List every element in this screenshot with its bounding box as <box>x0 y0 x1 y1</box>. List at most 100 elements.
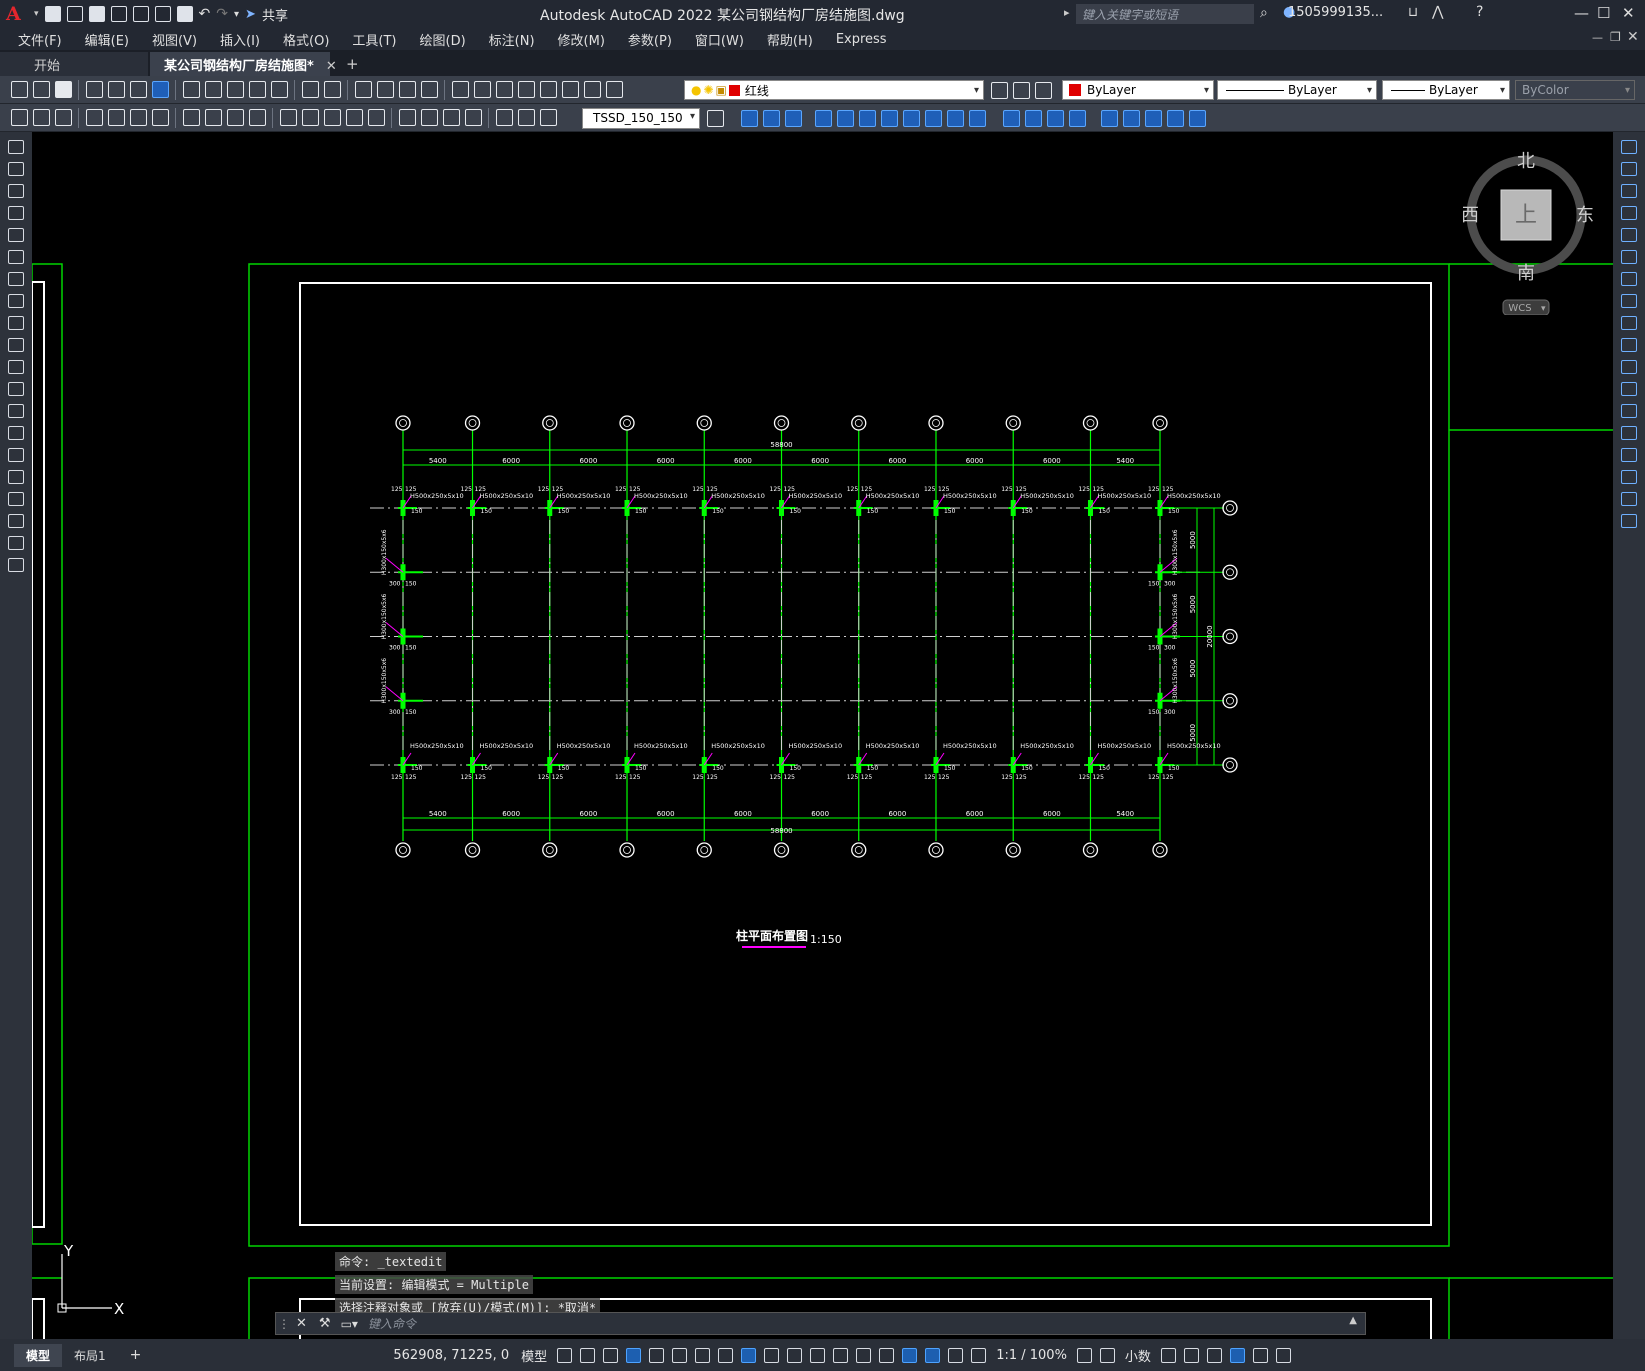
snap-icon[interactable] <box>580 1347 596 1363</box>
tool-dim-arc-icon[interactable] <box>129 109 147 126</box>
tool-check-icon[interactable] <box>1100 110 1118 127</box>
maximize-icon[interactable]: ☐ <box>1597 4 1610 22</box>
tool-a1-icon[interactable] <box>10 109 28 126</box>
tool-interfere-icon[interactable] <box>1166 110 1184 127</box>
object-snap-icon[interactable] <box>741 1347 757 1363</box>
tool-layer-previous-icon[interactable] <box>1012 82 1030 99</box>
offset-icon[interactable] <box>1621 206 1637 220</box>
tool-palettes-icon[interactable] <box>495 81 513 98</box>
tool-clean-icon[interactable] <box>1024 110 1042 127</box>
tool-dimstyle-icon[interactable] <box>706 110 724 127</box>
mirror-icon[interactable] <box>1621 184 1637 198</box>
search-input[interactable]: 键入关键字或短语 <box>1076 4 1254 24</box>
tab-model[interactable]: 模型 <box>14 1343 63 1367</box>
publish-icon[interactable] <box>132 6 149 22</box>
menu-window[interactable]: 窗口(W) <box>695 30 744 49</box>
isolate-objects-icon[interactable] <box>1206 1347 1222 1363</box>
copy-icon[interactable] <box>1621 162 1637 176</box>
tool-dim-aligned-icon[interactable] <box>107 109 125 126</box>
tool-delete-face-icon[interactable] <box>880 110 898 127</box>
share-button[interactable]: 共享 <box>262 5 288 24</box>
add-layout-button[interactable]: + <box>118 1344 154 1366</box>
3d-osnap-icon[interactable] <box>833 1347 849 1363</box>
tool-copy-face-icon[interactable] <box>946 110 964 127</box>
tool-make-current-icon[interactable] <box>990 82 1008 99</box>
dimstyle-dropdown[interactable]: TSSD_150_150 ▾ <box>582 108 700 129</box>
tool-zoom-previous-icon[interactable] <box>420 81 438 98</box>
chevron-up-icon[interactable]: ▲ <box>1349 1315 1357 1326</box>
join-icon[interactable] <box>1621 426 1637 440</box>
tool-dim-jogged-icon[interactable] <box>204 109 222 126</box>
tool-dim-break-icon[interactable] <box>367 109 385 126</box>
plot-icon[interactable] <box>176 6 193 22</box>
tool-dim-radius-icon[interactable] <box>182 109 200 126</box>
tool-section-icon[interactable] <box>1144 110 1162 127</box>
save-icon[interactable] <box>88 6 105 22</box>
tool-dim-diameter-icon[interactable] <box>226 109 244 126</box>
graphics-performance-icon[interactable] <box>1183 1347 1199 1363</box>
tool-paste-icon[interactable] <box>226 81 244 98</box>
plus-icon[interactable] <box>1099 1347 1115 1363</box>
share-icon[interactable]: ➤ <box>245 7 256 22</box>
lock-icon[interactable]: ▣ <box>716 83 727 97</box>
coordinate-readout[interactable]: 562908, 71225, 0 <box>393 1348 509 1363</box>
tool-cut-icon[interactable] <box>182 81 200 98</box>
tool-dim-continue-icon[interactable] <box>323 109 341 126</box>
hatch-icon[interactable] <box>8 448 24 462</box>
grip-handle-icon[interactable]: ⋮ <box>278 1317 290 1331</box>
model-space-button[interactable]: 模型 <box>521 1346 547 1365</box>
scale-icon[interactable] <box>1621 294 1637 308</box>
tool-matchprop-icon[interactable] <box>248 81 266 98</box>
spline-icon[interactable] <box>8 316 24 330</box>
tool-imprint-icon[interactable] <box>1002 110 1020 127</box>
tool-plot-icon[interactable] <box>85 81 103 98</box>
tool-taper-face-icon[interactable] <box>924 110 942 127</box>
tool-a3-icon[interactable] <box>54 109 72 126</box>
tool-markup-icon[interactable] <box>539 81 557 98</box>
selection-filter-icon[interactable] <box>879 1347 895 1363</box>
tool-jogged-linear-icon[interactable] <box>464 109 482 126</box>
tool-tolerance-icon[interactable] <box>398 109 416 126</box>
compass-west[interactable]: 西 <box>1461 205 1479 226</box>
app-logo-button[interactable]: A <box>6 3 28 25</box>
dynamic-input-icon[interactable] <box>626 1347 642 1363</box>
tool-save-icon[interactable] <box>54 81 72 98</box>
polar-tracking-icon[interactable] <box>672 1347 688 1363</box>
menu-insert[interactable]: 插入(I) <box>220 30 260 49</box>
tool-web-icon[interactable] <box>151 81 169 98</box>
tool-separate-icon[interactable] <box>1046 110 1064 127</box>
dynamic-ucs-icon[interactable] <box>856 1347 872 1363</box>
menu-draw[interactable]: 绘图(D) <box>420 30 466 49</box>
menu-modify[interactable]: 修改(M) <box>558 30 605 49</box>
tool-quickdim-icon[interactable] <box>279 109 297 126</box>
transparency-icon[interactable] <box>787 1347 803 1363</box>
rectangle-icon[interactable] <box>8 228 24 242</box>
explode-icon[interactable] <box>1621 514 1637 528</box>
command-line[interactable]: ⋮ ✕ ⚒ ▭▾ 键入命令 ▲ <box>275 1312 1366 1335</box>
tool-sheetset-icon[interactable] <box>517 81 535 98</box>
tool-publish-icon[interactable] <box>129 81 147 98</box>
tool-solid-union-icon[interactable] <box>740 110 758 127</box>
sun-icon[interactable]: ✺ <box>703 83 713 97</box>
tool-dim-space-icon[interactable] <box>345 109 363 126</box>
add-selected-icon[interactable] <box>8 558 24 572</box>
ortho-icon[interactable] <box>649 1347 665 1363</box>
open-file-icon[interactable] <box>66 6 83 22</box>
new-file-icon[interactable] <box>44 6 61 22</box>
stretch-icon[interactable] <box>1621 316 1637 330</box>
revcloud-icon[interactable] <box>8 294 24 308</box>
tool-dim-ordinate-icon[interactable] <box>151 109 169 126</box>
tool-preview-icon[interactable] <box>107 81 125 98</box>
autodesk-app-icon[interactable]: ⋀ <box>1432 4 1443 20</box>
command-input[interactable]: 键入命令 <box>368 1315 416 1332</box>
bulb-icon[interactable]: ● <box>691 83 701 97</box>
tool-inspect-icon[interactable] <box>442 109 460 126</box>
tool-properties-icon[interactable] <box>451 81 469 98</box>
save-as-icon[interactable] <box>110 6 127 22</box>
region-icon[interactable] <box>8 492 24 506</box>
gradient-icon[interactable] <box>8 470 24 484</box>
multiline-text-icon[interactable] <box>8 536 24 550</box>
recent-commands-icon[interactable]: ▭▾ <box>341 1317 358 1331</box>
tool-layer-states-icon[interactable] <box>1034 82 1052 99</box>
tool-designcenter-icon[interactable] <box>473 81 491 98</box>
